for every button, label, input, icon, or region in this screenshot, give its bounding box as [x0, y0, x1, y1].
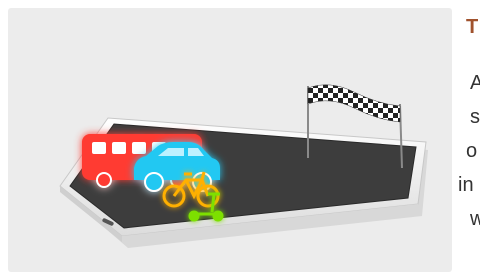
text-line-4: in: [458, 174, 474, 196]
hero-illustration: [8, 8, 452, 272]
page: T A s o in w: [0, 0, 480, 275]
text-line-2: s: [470, 106, 480, 128]
text-line-1: A: [470, 72, 480, 94]
text-line-5: w: [470, 208, 480, 230]
mobility-illustration: [59, 84, 428, 248]
side-text-column: T A s o in w: [452, 0, 480, 275]
section-heading: T: [466, 16, 479, 38]
text-line-3: o: [466, 140, 478, 162]
